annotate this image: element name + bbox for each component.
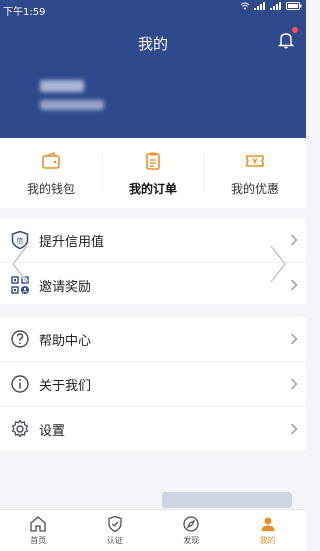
- wifi-icon: [240, 2, 250, 13]
- menu-group-1: 信 提升信用值 邀请奖励: [0, 218, 306, 304]
- compass-icon: [183, 516, 199, 532]
- phone-redacted: [40, 100, 104, 110]
- signal-icon: [254, 2, 266, 13]
- chevron-right-icon: [290, 333, 298, 345]
- home-icon: [30, 516, 46, 532]
- card-wallet[interactable]: 我的钱包: [0, 138, 102, 208]
- notification-dot: [292, 27, 298, 33]
- card-label: 我的优惠: [230, 181, 279, 196]
- menu-item-about[interactable]: 关于我们: [0, 362, 306, 407]
- menu-item-credit[interactable]: 信 提升信用值: [0, 218, 306, 263]
- info-icon: [11, 375, 29, 393]
- menu-label: 设置: [39, 423, 66, 439]
- bottom-tabbar: 首页 认证 发现 我的: [0, 509, 306, 551]
- battery-icon: [286, 2, 302, 13]
- carousel-prev-arrow-icon[interactable]: [10, 244, 30, 284]
- chevron-right-icon: [290, 279, 298, 291]
- chevron-right-icon: [290, 234, 298, 246]
- tab-label: 发现: [183, 536, 200, 545]
- tab-verify[interactable]: 认证: [77, 510, 154, 551]
- signal-icon-2: [270, 2, 282, 13]
- card-coupons[interactable]: 我的优惠: [204, 138, 306, 208]
- help-icon: [11, 330, 29, 348]
- tab-home[interactable]: 首页: [0, 510, 77, 551]
- card-label: 我的钱包: [26, 181, 75, 196]
- tab-label: 认证: [106, 536, 123, 545]
- order-icon: [146, 152, 160, 170]
- wallet-icon: [42, 151, 60, 169]
- menu-item-help[interactable]: 帮助中心: [0, 317, 306, 362]
- card-label: 我的订单: [128, 181, 177, 196]
- menu-item-invite[interactable]: 邀请奖励: [0, 263, 306, 307]
- menu-item-settings[interactable]: 设置: [0, 407, 306, 451]
- card-orders[interactable]: 我的订单: [102, 138, 204, 208]
- bell-icon[interactable]: [276, 30, 296, 50]
- tab-label: 我的: [259, 536, 276, 545]
- chevron-right-icon: [290, 378, 298, 390]
- coupon-icon: [246, 154, 264, 167]
- menu-label: 邀请奖励: [39, 279, 92, 295]
- username-redacted: [40, 80, 84, 92]
- status-icons: [240, 2, 302, 13]
- menu-label: 关于我们: [39, 378, 92, 394]
- menu-label: 提升信用值: [39, 234, 105, 250]
- carousel-next-arrow-icon[interactable]: [268, 244, 288, 284]
- user-icon: [261, 517, 275, 531]
- menu-label: 帮助中心: [39, 333, 92, 349]
- tab-label: 首页: [30, 536, 47, 545]
- profile-header: 我的: [0, 20, 306, 138]
- shield-icon: [108, 515, 122, 533]
- chevron-right-icon: [290, 423, 298, 435]
- settings-icon: [11, 419, 29, 438]
- status-bar: 下午1:59: [0, 0, 306, 20]
- tab-mine[interactable]: 我的: [230, 510, 307, 551]
- menu-group-2: 帮助中心 关于我们 设置: [0, 317, 306, 450]
- page-title: 我的: [137, 35, 168, 53]
- quick-cards: 我的钱包 我的订单 我的优惠: [0, 138, 306, 208]
- status-time: 下午1:59: [3, 7, 46, 18]
- tab-discover[interactable]: 发现: [153, 510, 230, 551]
